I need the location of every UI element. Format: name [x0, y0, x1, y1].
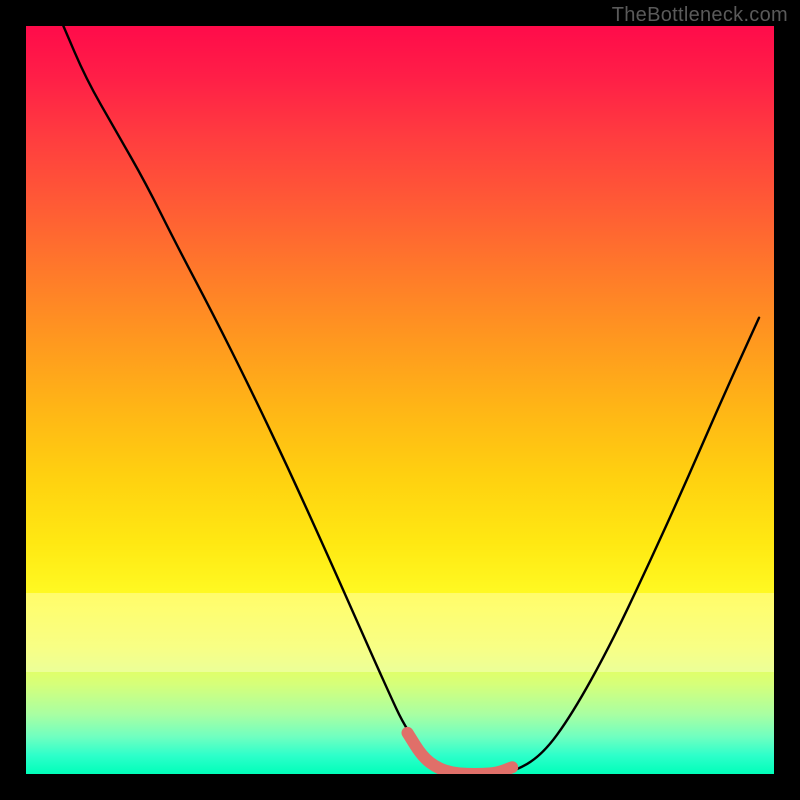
watermark-text: TheBottleneck.com: [612, 4, 788, 27]
series-layer: [26, 26, 774, 774]
black-curve: [63, 26, 759, 774]
chart-stage: TheBottleneck.com: [0, 0, 800, 800]
plot-area: [26, 26, 774, 774]
valley-marker: [407, 733, 512, 774]
